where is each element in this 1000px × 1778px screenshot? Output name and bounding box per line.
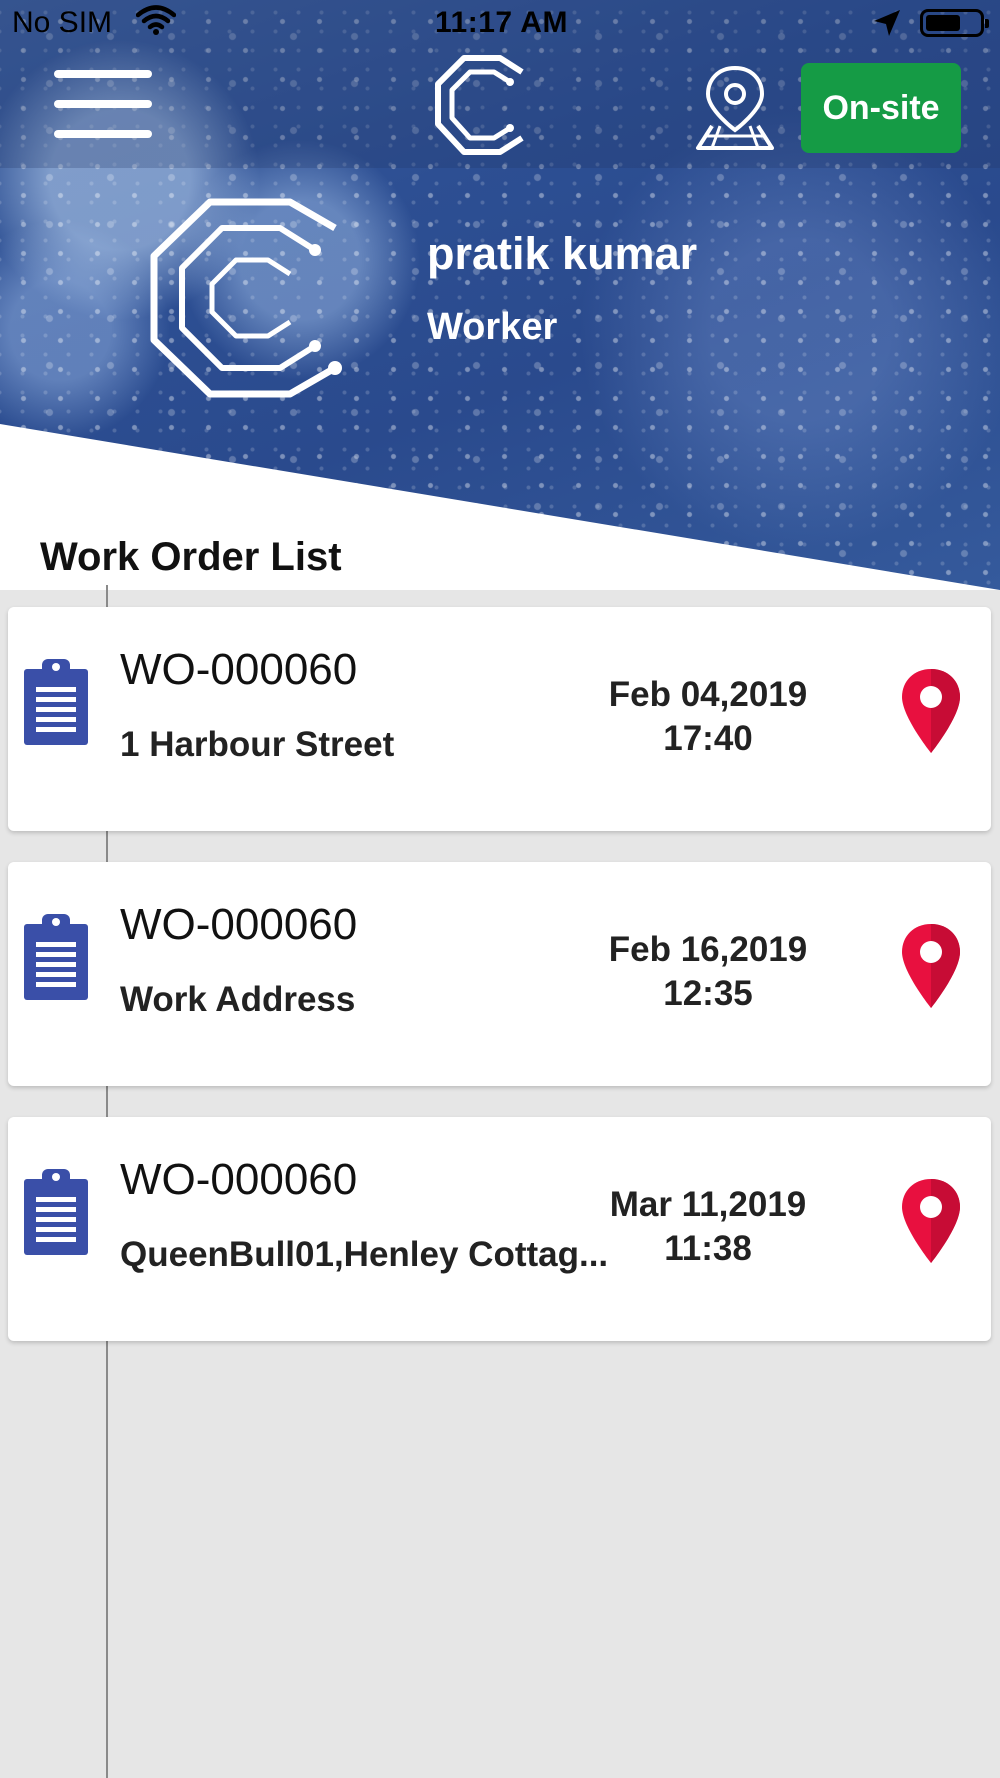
profile-avatar-logo bbox=[150, 198, 342, 398]
profile-role: Worker bbox=[427, 306, 558, 348]
work-order-datetime: Mar 11,2019 11:38 bbox=[588, 1183, 828, 1271]
work-order-number: WO-000060 bbox=[120, 900, 358, 949]
work-order-date: Mar 11,2019 bbox=[609, 1185, 807, 1224]
profile-name: pratik kumar bbox=[427, 228, 698, 279]
clipboard-icon bbox=[24, 1169, 88, 1255]
page-title: Work Order List bbox=[40, 535, 342, 579]
work-order-number: WO-000060 bbox=[120, 1155, 358, 1204]
work-order-datetime: Feb 04,2019 17:40 bbox=[588, 673, 828, 761]
map-pin-icon[interactable] bbox=[690, 64, 780, 154]
clipboard-icon bbox=[24, 914, 88, 1000]
wifi-icon bbox=[136, 5, 176, 35]
work-order-card[interactable]: WO-000060 1 Harbour Street Feb 04,2019 1… bbox=[8, 607, 991, 831]
work-order-address: QueenBull01,Henley Cottag... bbox=[120, 1235, 609, 1274]
work-order-screen: No SIM 11:17 AM On-site pratik kumar Wor… bbox=[0, 0, 1000, 1778]
work-order-date: Feb 16,2019 bbox=[608, 930, 808, 969]
clock: 11:17 AM bbox=[435, 6, 568, 39]
location-arrow-icon bbox=[874, 10, 900, 36]
work-order-time: 11:38 bbox=[664, 1229, 752, 1268]
work-order-time: 12:35 bbox=[663, 974, 753, 1013]
work-order-datetime: Feb 16,2019 12:35 bbox=[588, 928, 828, 1016]
work-order-card[interactable]: WO-000060 QueenBull01,Henley Cottag... M… bbox=[8, 1117, 991, 1341]
location-pin-icon[interactable] bbox=[900, 922, 962, 1010]
work-order-card[interactable]: WO-000060 Work Address Feb 16,2019 12:35 bbox=[8, 862, 991, 1086]
battery-icon bbox=[920, 9, 989, 37]
work-order-number: WO-000060 bbox=[120, 645, 358, 694]
location-pin-icon[interactable] bbox=[900, 667, 962, 755]
hamburger-menu-icon[interactable] bbox=[54, 70, 152, 142]
onsite-button[interactable]: On-site bbox=[801, 63, 961, 153]
carrier-label: No SIM bbox=[12, 6, 113, 39]
app-logo-icon bbox=[435, 55, 524, 155]
work-order-address: 1 Harbour Street bbox=[120, 725, 395, 764]
clipboard-icon bbox=[24, 659, 88, 745]
work-order-address: Work Address bbox=[120, 980, 356, 1019]
location-pin-icon[interactable] bbox=[900, 1177, 962, 1265]
work-order-date: Feb 04,2019 bbox=[608, 675, 808, 714]
work-order-time: 17:40 bbox=[663, 719, 753, 758]
status-bar: No SIM 11:17 AM bbox=[0, 0, 1000, 44]
